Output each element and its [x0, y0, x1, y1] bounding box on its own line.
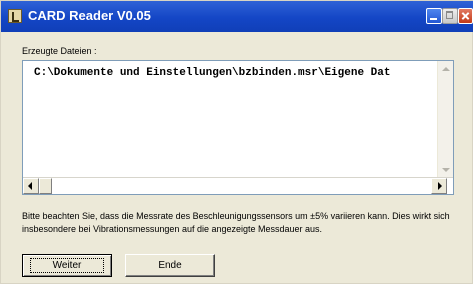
files-label: Erzeugte Dateien :: [22, 46, 97, 56]
card-reader-icon[interactable]: [8, 9, 22, 23]
window-title: CARD Reader V0.05: [28, 8, 151, 23]
measurement-rate-note: Bitte beachten Sie, dass die Messrate de…: [22, 211, 450, 234]
scroll-right-icon[interactable]: [431, 178, 447, 194]
weiter-button-label: Weiter: [29, 258, 105, 273]
title-bar[interactable]: CARD Reader V0.05: [1, 1, 473, 32]
weiter-button[interactable]: Weiter: [22, 254, 112, 277]
minimize-icon[interactable]: [426, 8, 442, 24]
horizontal-scrollbar[interactable]: [23, 177, 453, 194]
vertical-scrollbar[interactable]: [437, 61, 453, 178]
ende-button[interactable]: Ende: [125, 254, 215, 277]
close-icon[interactable]: [458, 8, 473, 24]
file-path-text: C:\Dokumente und Einstellungen\bzbinden.…: [34, 67, 391, 79]
scroll-left-icon[interactable]: [23, 178, 39, 194]
card-reader-window: CARD Reader V0.05 Erzeugte Dateien : C:\…: [0, 0, 473, 284]
maximize-icon[interactable]: [442, 8, 458, 24]
horizontal-scroll-thumb[interactable]: [39, 178, 52, 194]
files-output-box[interactable]: C:\Dokumente und Einstellungen\bzbinden.…: [22, 60, 454, 195]
scroll-down-icon[interactable]: [439, 163, 452, 176]
scroll-up-icon[interactable]: [439, 63, 452, 76]
